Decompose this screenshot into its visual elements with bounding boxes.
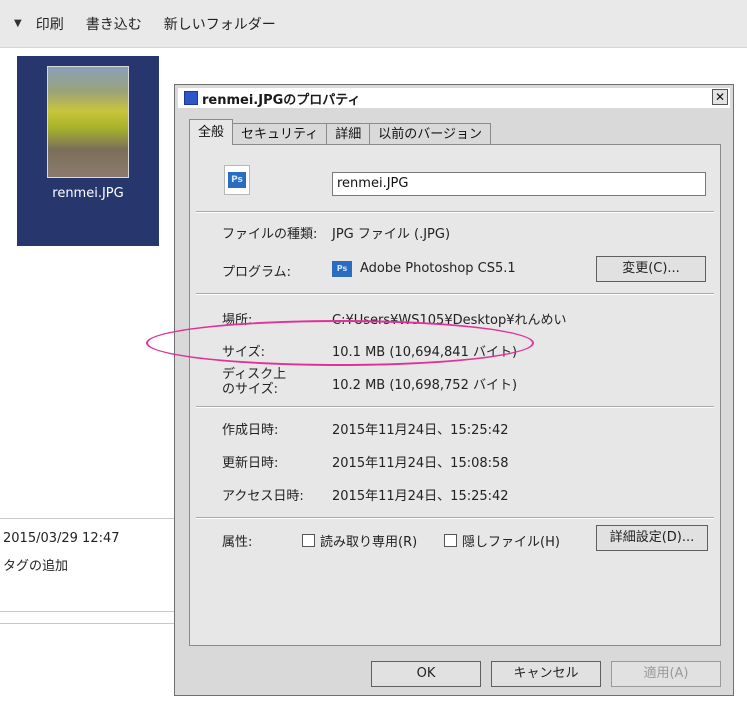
dropdown-arrow-icon[interactable]: ▼ [14,18,22,29]
modified-value: 2015年11月24日、15:08:58 [332,456,509,471]
file-type-value: JPG ファイル (.JPG) [332,227,451,242]
photoshop-icon: Ps [332,261,352,277]
explorer-toolbar: ▼ 印刷 書き込む 新しいフォルダー [0,0,747,48]
photo-thumbnail [47,66,129,178]
new-folder-button[interactable]: 新しいフォルダー [164,14,276,34]
add-tag-link[interactable]: タグの追加 [3,555,68,574]
dialog-title: renmei.JPGのプロパティ [202,92,361,108]
photoshop-icon: Ps [228,172,246,188]
cancel-button[interactable]: キャンセル [491,661,601,687]
divider [196,406,714,408]
disk-size-label-line1: ディスク上 [222,367,287,382]
file-pane: renmei.JPG 2015/03/29 12:47 タグの追加 [0,48,175,706]
tab-general[interactable]: 全般 [189,119,234,145]
readonly-label: 読み取り専用(R) [320,535,418,550]
location-value: C:¥Users¥WS105¥Desktop¥れんめい [332,313,567,328]
tab-previous-versions[interactable]: 以前のバージョン [369,123,492,145]
divider [196,517,714,519]
tab-details[interactable]: 詳細 [326,123,371,145]
size-value: 10.1 MB (10,694,841 バイト) [332,345,518,360]
advanced-button[interactable]: 詳細設定(D)... [596,525,708,551]
print-button[interactable]: 印刷 [36,14,64,34]
change-button[interactable]: 変更(C)... [596,256,706,282]
general-panel: Ps renmei.JPG ファイルの種類: JPG ファイル (.JPG) プ… [189,144,721,646]
properties-dialog: renmei.JPGのプロパティ ✕ 全般 セキュリティ 詳細 以前のバージョン… [174,84,734,696]
close-button[interactable]: ✕ [712,89,728,105]
program-label: プログラム: [222,265,291,280]
file-tile-selected[interactable]: renmei.JPG [17,56,159,246]
divider [0,623,175,624]
created-value: 2015年11月24日、15:25:42 [332,423,509,438]
file-tile-name: renmei.JPG [52,186,124,201]
attributes-label: 属性: [222,535,253,550]
file-name-input[interactable]: renmei.JPG [332,172,706,196]
tab-strip: 全般 セキュリティ 詳細 以前のバージョン [189,119,492,145]
hidden-label: 隠しファイル(H) [462,535,560,550]
date-taken: 2015/03/29 12:47 [3,531,120,546]
divider [196,293,714,295]
file-type-label: ファイルの種類: [222,227,318,242]
readonly-checkbox[interactable] [302,534,315,547]
burn-button[interactable]: 書き込む [86,14,142,34]
accessed-value: 2015年11月24日、15:25:42 [332,489,509,504]
created-label: 作成日時: [222,423,279,438]
hidden-checkbox[interactable] [444,534,457,547]
disk-size-label: ディスク上 のサイズ: [222,367,286,397]
size-label: サイズ: [222,345,265,360]
modified-label: 更新日時: [222,456,279,471]
apply-button[interactable]: 適用(A) [611,661,721,687]
accessed-label: アクセス日時: [222,489,304,504]
window-icon [184,91,198,105]
program-value: Adobe Photoshop CS5.1 [360,261,516,276]
disk-size-label-line2: のサイズ: [222,382,278,397]
disk-size-value: 10.2 MB (10,698,752 バイト) [332,378,518,393]
details-pane: 2015/03/29 12:47 タグの追加 [0,518,175,612]
ok-button[interactable]: OK [371,661,481,687]
location-label: 場所: [222,313,253,328]
dialog-titlebar[interactable]: renmei.JPGのプロパティ ✕ [178,88,730,108]
file-type-icon: Ps [224,165,250,195]
tab-security[interactable]: セキュリティ [232,123,328,145]
divider [196,211,714,213]
